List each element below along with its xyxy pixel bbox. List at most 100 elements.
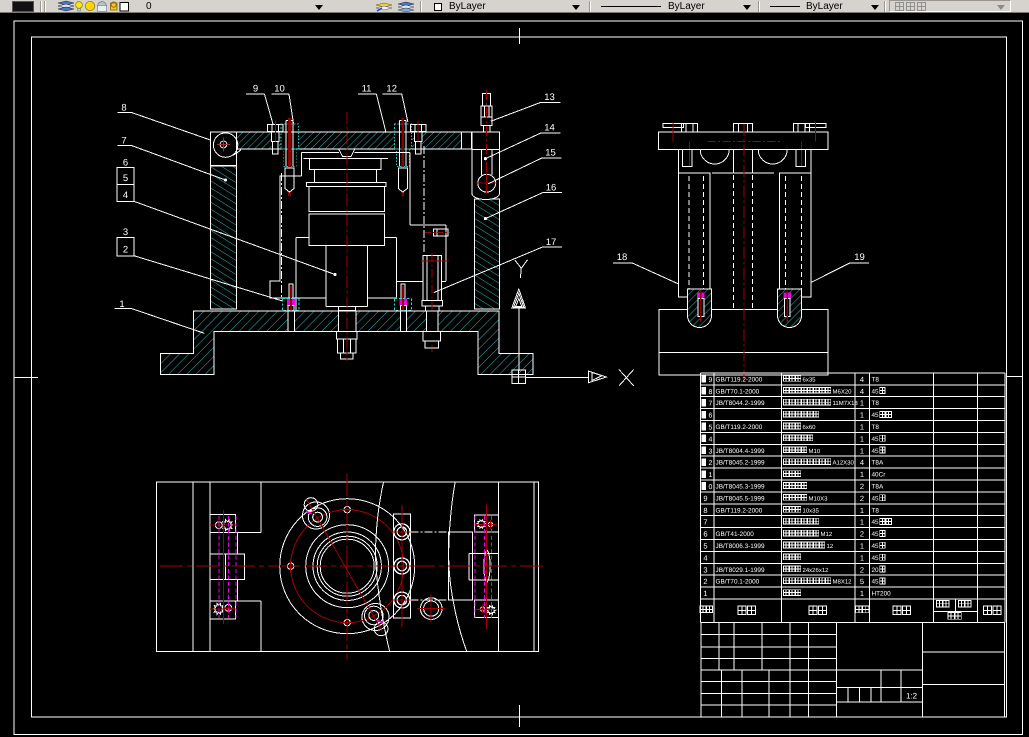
svg-text:6: 6 — [703, 530, 707, 539]
svg-text:1: 1 — [703, 589, 707, 598]
svg-text:5: 5 — [123, 173, 128, 184]
svg-text:GB/T119.2-2000: GB/T119.2-2000 — [716, 507, 763, 514]
svg-text:GB/T119.2-2000: GB/T119.2-2000 — [716, 424, 763, 431]
svg-text:0: 0 — [709, 484, 713, 491]
svg-text:3: 3 — [703, 565, 707, 574]
svg-text:1: 1 — [860, 589, 864, 598]
svg-text:HT200: HT200 — [872, 591, 892, 598]
svg-text:4: 4 — [860, 387, 864, 396]
svg-text:1: 1 — [860, 423, 864, 432]
svg-text:16: 16 — [546, 183, 557, 194]
svg-text:24x26x12: 24x26x12 — [803, 567, 830, 574]
svg-text:20: 20 — [872, 567, 880, 574]
svg-text:M6X20: M6X20 — [833, 388, 853, 395]
svg-text:JB/T8006.3-1999: JB/T8006.3-1999 — [716, 543, 765, 550]
svg-text:1: 1 — [860, 518, 864, 527]
svg-text:45: 45 — [872, 531, 880, 538]
svg-text:3: 3 — [709, 448, 713, 455]
svg-text:45: 45 — [872, 519, 880, 526]
svg-text:2: 2 — [709, 460, 713, 467]
svg-text:5: 5 — [709, 425, 713, 432]
svg-text:T8: T8 — [872, 424, 880, 431]
svg-text:6x60: 6x60 — [803, 424, 817, 431]
svg-text:9: 9 — [709, 377, 713, 384]
svg-text:4: 4 — [860, 375, 864, 384]
svg-text:2: 2 — [860, 494, 864, 503]
svg-text:2: 2 — [123, 245, 128, 256]
svg-text:1: 1 — [860, 411, 864, 420]
svg-text:9: 9 — [253, 84, 258, 95]
svg-text:45: 45 — [872, 436, 880, 443]
svg-text:GB/T70.1-2000: GB/T70.1-2000 — [716, 579, 760, 586]
svg-text:T8: T8 — [872, 400, 880, 407]
svg-text:JB/T8045.5-1999: JB/T8045.5-1999 — [716, 495, 765, 502]
svg-text:12: 12 — [386, 84, 397, 95]
svg-text:T8: T8 — [872, 507, 880, 514]
svg-text:45: 45 — [872, 579, 880, 586]
svg-text:5: 5 — [703, 542, 707, 551]
svg-text:2: 2 — [860, 530, 864, 539]
svg-text:9: 9 — [703, 494, 707, 503]
svg-text:40Cr: 40Cr — [872, 472, 887, 479]
svg-text:14: 14 — [544, 123, 555, 134]
svg-text:45: 45 — [872, 555, 880, 562]
svg-text:11: 11 — [362, 84, 372, 95]
svg-text:4: 4 — [123, 190, 128, 201]
svg-text:M12: M12 — [821, 531, 833, 538]
svg-text:T8: T8 — [872, 376, 880, 383]
svg-text:GB/T70.1-2000: GB/T70.1-2000 — [716, 388, 760, 395]
svg-text:12: 12 — [827, 543, 834, 550]
svg-text:8: 8 — [703, 506, 707, 515]
svg-text:3: 3 — [123, 227, 128, 238]
svg-text:19: 19 — [854, 252, 865, 263]
svg-text:M10: M10 — [809, 448, 821, 455]
svg-text:10x35: 10x35 — [803, 507, 820, 514]
svg-text:T8A: T8A — [872, 484, 884, 491]
svg-text:JB/T8004.4-1999: JB/T8004.4-1999 — [716, 448, 765, 455]
svg-text:6: 6 — [123, 157, 128, 168]
svg-text:1: 1 — [860, 470, 864, 479]
svg-text:GB/T119.2-2000: GB/T119.2-2000 — [716, 376, 763, 383]
svg-text:JB/T8045.3-1999: JB/T8045.3-1999 — [716, 484, 765, 491]
svg-text:JB/T8044.2-1999: JB/T8044.2-1999 — [716, 400, 765, 407]
svg-text:45: 45 — [872, 412, 880, 419]
svg-text:4: 4 — [709, 436, 713, 443]
svg-text:11M7X18: 11M7X18 — [833, 400, 859, 407]
svg-text:6x35: 6x35 — [803, 376, 817, 383]
svg-text:8: 8 — [121, 103, 126, 114]
svg-text:15: 15 — [545, 148, 556, 159]
svg-text:5: 5 — [860, 577, 864, 586]
svg-text:8: 8 — [709, 389, 713, 396]
svg-text:4: 4 — [860, 458, 864, 467]
svg-text:T8A: T8A — [872, 460, 884, 467]
svg-text:2: 2 — [860, 482, 864, 491]
svg-text:M10X3: M10X3 — [809, 495, 829, 502]
svg-text:45: 45 — [872, 448, 880, 455]
svg-text:7: 7 — [121, 136, 126, 147]
svg-text:1: 1 — [709, 472, 713, 479]
svg-text:1: 1 — [860, 506, 864, 515]
svg-text:JB/T8029.1-1999: JB/T8029.1-1999 — [716, 567, 765, 574]
svg-text:7: 7 — [709, 401, 713, 408]
svg-text:13: 13 — [544, 92, 555, 103]
svg-text:4: 4 — [703, 553, 707, 562]
svg-text:1: 1 — [860, 434, 864, 443]
svg-text:17: 17 — [546, 237, 557, 248]
svg-text:45: 45 — [872, 388, 880, 395]
svg-text:1: 1 — [860, 553, 864, 562]
svg-text:1: 1 — [860, 542, 864, 551]
svg-text:10: 10 — [274, 84, 285, 95]
svg-text:A12X30: A12X30 — [833, 460, 855, 467]
svg-text:2: 2 — [703, 577, 707, 586]
svg-text:6: 6 — [709, 413, 713, 420]
svg-text:1: 1 — [860, 446, 864, 455]
svg-text:2: 2 — [860, 565, 864, 574]
svg-text:GB/T41-2000: GB/T41-2000 — [716, 531, 755, 538]
svg-text:1: 1 — [860, 399, 864, 408]
svg-text:1:2: 1:2 — [906, 692, 918, 701]
svg-text:45: 45 — [872, 495, 880, 502]
svg-text:JB/T8045.2-1999: JB/T8045.2-1999 — [716, 460, 765, 467]
svg-text:M8X12: M8X12 — [833, 579, 853, 586]
svg-text:45: 45 — [872, 543, 880, 550]
svg-text:7: 7 — [703, 518, 707, 527]
